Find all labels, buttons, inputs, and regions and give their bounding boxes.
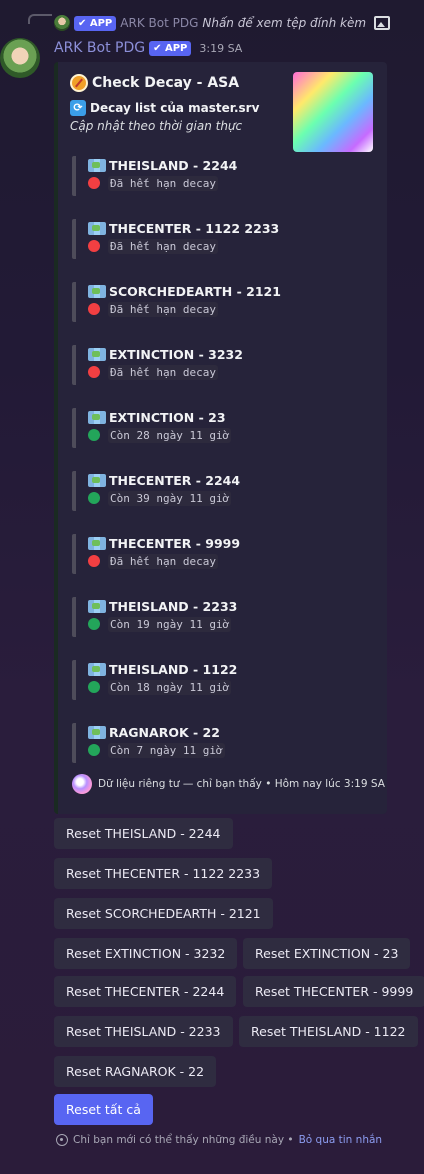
reset-thecenter-2244-button[interactable]: Reset THECENTER - 2244 [54, 976, 237, 1007]
status-dot-green [88, 429, 100, 441]
ephemeral-text: Chỉ bạn mới có thể thấy những điều này • [73, 1134, 294, 1146]
reset-all-button[interactable]: Reset tất cả [54, 1094, 153, 1125]
dismiss-message-link[interactable]: Bỏ qua tin nhắn [299, 1134, 382, 1146]
entry-name: EXTINCTION - 3232 [109, 346, 243, 362]
entry-name: THEISLAND - 1122 [109, 661, 238, 677]
decay-entry: EXTINCTION - 23 Còn 28 ngày 11 giờ [72, 408, 352, 448]
map-icon [88, 725, 106, 739]
entry-status: Đã hết hạn decay [108, 364, 218, 380]
message-time: 3:19 SA [199, 41, 243, 55]
decay-entry: THECENTER - 9999 Đã hết hạn decay [72, 534, 352, 574]
refresh-icon: ⟳ [70, 100, 86, 116]
embed-title-text: Check Decay - ASA [92, 75, 240, 91]
status-dot-green [88, 681, 100, 693]
reset-theisland-2233-button[interactable]: Reset THEISLAND - 2233 [54, 1016, 233, 1047]
compass-icon [70, 74, 88, 92]
decay-entry: EXTINCTION - 3232 Đã hết hạn decay [72, 345, 352, 385]
entry-status: Đã hết hạn decay [108, 301, 218, 317]
image-icon [374, 16, 391, 30]
reply-app-badge: ✔ APP [74, 15, 117, 31]
decay-entry: SCORCHEDEARTH - 2121 Đã hết hạn decay [72, 282, 352, 322]
decay-entry: RAGNAROK - 22 Còn 7 ngày 11 giờ [72, 723, 352, 763]
bot-avatar[interactable] [0, 38, 40, 78]
decay-embed: Check Decay - ASA ⟳ Decay list của maste… [54, 62, 387, 814]
entry-status: Còn 19 ngày 11 giờ [108, 616, 232, 632]
entry-name: EXTINCTION - 23 [109, 409, 226, 425]
reply-text[interactable]: Nhấn để xem tệp đính kèm [202, 16, 366, 30]
decay-entry: THEISLAND - 1122 Còn 18 ngày 11 giờ [72, 660, 352, 700]
footer-text: Dữ liệu riêng tư — chỉ bạn thấy • Hôm na… [98, 778, 385, 790]
map-icon [88, 599, 106, 613]
entry-status: Đã hết hạn decay [108, 175, 218, 191]
entry-status: Còn 7 ngày 11 giờ [108, 742, 225, 758]
entry-name: THECENTER - 9999 [109, 535, 241, 551]
status-dot-green [88, 492, 100, 504]
reply-connector [28, 14, 52, 24]
reply-preview[interactable]: ✔ APP ARK Bot PDG Nhấn để xem tệp đính k… [54, 14, 391, 32]
entry-status: Còn 28 ngày 11 giờ [108, 427, 232, 443]
ephemeral-notice: Chỉ bạn mới có thể thấy những điều này •… [56, 1134, 382, 1146]
message-header: ARK Bot PDG ✔ APP 3:19 SA [54, 38, 242, 58]
map-icon [88, 221, 106, 235]
decay-entry: THEISLAND - 2233 Còn 19 ngày 11 giờ [72, 597, 352, 637]
reset-theisland-1122-button[interactable]: Reset THEISLAND - 1122 [239, 1016, 418, 1047]
entry-name: RAGNAROK - 22 [109, 724, 220, 740]
map-icon [88, 284, 106, 298]
entry-status: Đã hết hạn decay [108, 238, 218, 254]
reset-thecenter-1122-2233-button[interactable]: Reset THECENTER - 1122 2233 [54, 858, 273, 889]
embed-footer: Dữ liệu riêng tư — chỉ bạn thấy • Hôm na… [72, 774, 385, 794]
status-dot-red [88, 177, 100, 189]
map-icon [88, 662, 106, 676]
entry-name: SCORCHEDEARTH - 2121 [109, 283, 281, 299]
decay-entry: THEISLAND - 2244 Đã hết hạn decay [72, 156, 352, 196]
entry-name: THEISLAND - 2233 [109, 598, 238, 614]
eye-icon [56, 1134, 68, 1146]
reply-bot-name: ARK Bot PDG [120, 16, 199, 30]
app-badge: ✔ APP [149, 40, 192, 56]
map-icon [88, 536, 106, 550]
map-icon [88, 473, 106, 487]
reset-extinction-23-button[interactable]: Reset EXTINCTION - 23 [243, 938, 411, 969]
entry-status: Đã hết hạn decay [108, 553, 218, 569]
status-dot-green [88, 618, 100, 630]
map-icon [88, 347, 106, 361]
entry-status: Còn 18 ngày 11 giờ [108, 679, 232, 695]
entry-status: Còn 39 ngày 11 giờ [108, 490, 232, 506]
map-icon [88, 410, 106, 424]
bot-name[interactable]: ARK Bot PDG [54, 40, 145, 56]
reply-avatar [54, 15, 70, 31]
decay-entry: THECENTER - 2244 Còn 39 ngày 11 giờ [72, 471, 352, 511]
reset-ragnarok-22-button[interactable]: Reset RAGNAROK - 22 [54, 1056, 217, 1087]
footer-icon [72, 774, 92, 794]
reset-theisland-2244-button[interactable]: Reset THEISLAND - 2244 [54, 818, 233, 849]
map-icon [88, 158, 106, 172]
status-dot-red [88, 240, 100, 252]
embed-desc-title: Decay list của master.srv [90, 101, 260, 115]
entry-name: THECENTER - 1122 2233 [109, 220, 280, 236]
reset-scorchedearth-2121-button[interactable]: Reset SCORCHEDEARTH - 2121 [54, 898, 273, 929]
entry-name: THECENTER - 2244 [109, 472, 241, 488]
embed-thumbnail[interactable] [293, 72, 373, 152]
decay-entry: THECENTER - 1122 2233 Đã hết hạn decay [72, 219, 352, 259]
reset-thecenter-9999-button[interactable]: Reset THECENTER - 9999 [243, 976, 424, 1007]
reset-extinction-3232-button[interactable]: Reset EXTINCTION - 3232 [54, 938, 238, 969]
status-dot-red [88, 555, 100, 567]
status-dot-red [88, 366, 100, 378]
status-dot-red [88, 303, 100, 315]
status-dot-green [88, 744, 100, 756]
entry-name: THEISLAND - 2244 [109, 157, 238, 173]
